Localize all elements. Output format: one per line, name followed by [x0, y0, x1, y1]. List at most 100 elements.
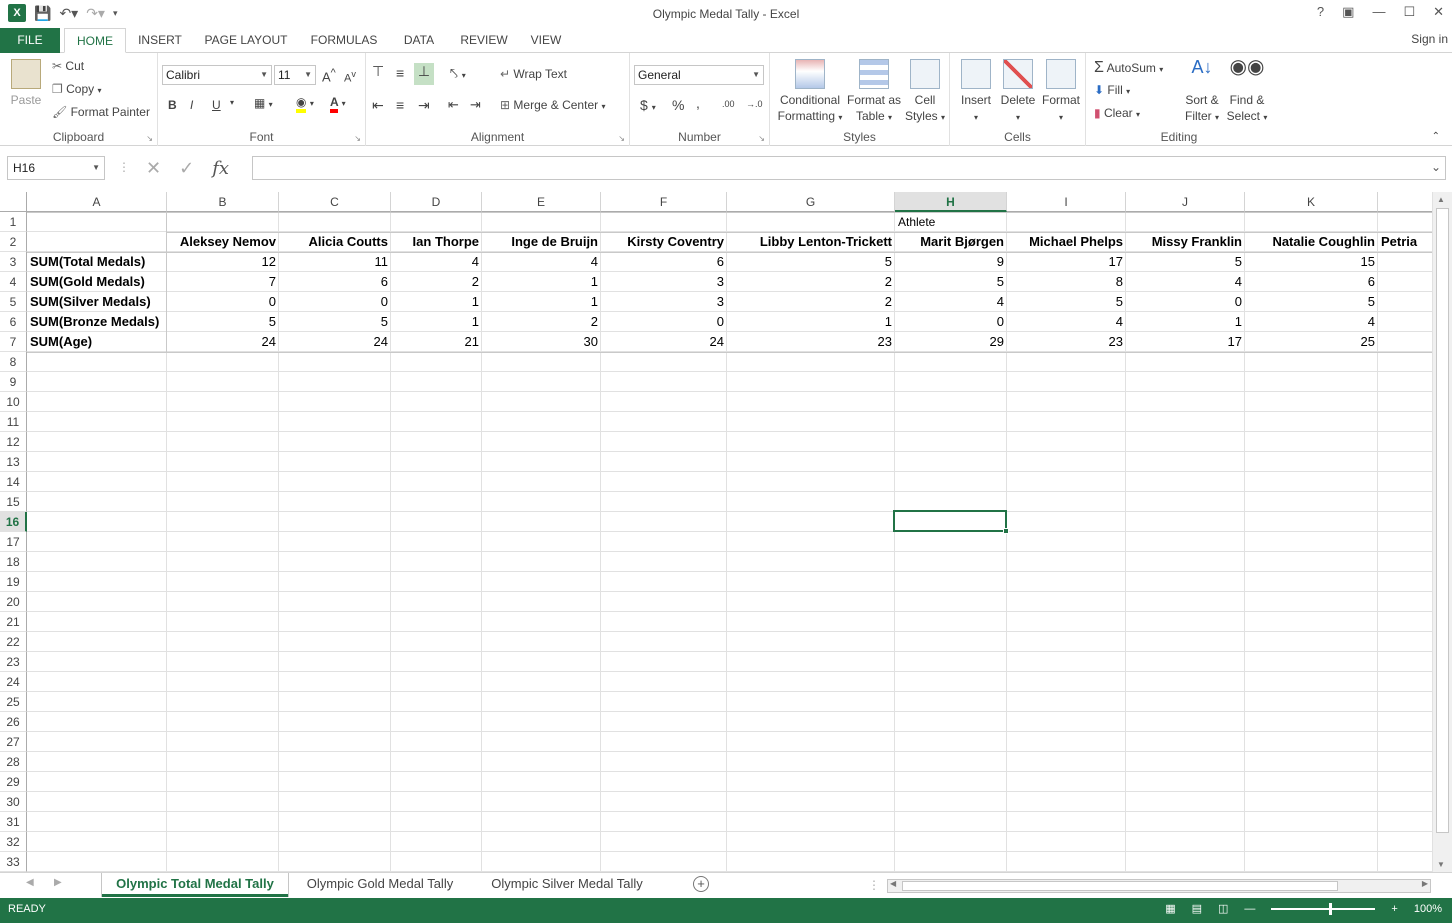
- scroll-left-icon[interactable]: ◀: [890, 879, 896, 888]
- row-header-2[interactable]: 2: [0, 232, 27, 252]
- close-icon[interactable]: ✕: [1433, 4, 1444, 20]
- row-header-22[interactable]: 22: [0, 632, 27, 652]
- format-as-table-button[interactable]: Format as Table ▾: [846, 59, 902, 126]
- new-sheet-icon[interactable]: +: [693, 876, 709, 892]
- comma-button[interactable]: ,: [696, 95, 700, 111]
- tab-data[interactable]: DATA: [394, 28, 444, 53]
- column-header-d[interactable]: D: [391, 192, 482, 212]
- pivot-value-cell[interactable]: 25: [1245, 332, 1378, 352]
- measure-label[interactable]: SUM(Age): [27, 332, 167, 352]
- scroll-right-icon[interactable]: ▶: [1422, 879, 1428, 888]
- pivot-value-cell[interactable]: 24: [167, 332, 279, 352]
- cancel-icon[interactable]: ✕: [146, 158, 161, 179]
- underline-dropdown-icon[interactable]: ▾: [230, 98, 234, 107]
- cut-button[interactable]: ✂ Cut: [52, 59, 84, 73]
- athlete-label[interactable]: Michael Phelps: [1007, 232, 1126, 252]
- row-header-21[interactable]: 21: [0, 612, 27, 632]
- underline-button[interactable]: U: [212, 98, 221, 112]
- pivot-value-cell[interactable]: 8: [1007, 272, 1126, 292]
- pivot-value-cell[interactable]: 24: [279, 332, 391, 352]
- row-header-19[interactable]: 19: [0, 572, 27, 592]
- tab-insert[interactable]: INSERT: [130, 28, 190, 53]
- athlete-label[interactable]: Natalie Coughlin: [1245, 232, 1378, 252]
- find-select-button[interactable]: ◉◉ Find & Select ▾: [1226, 57, 1268, 126]
- zoom-out-icon[interactable]: —: [1244, 903, 1255, 915]
- pivot-value-cell[interactable]: 17: [1126, 332, 1245, 352]
- pivot-value-cell[interactable]: 4: [895, 292, 1007, 312]
- pivot-value-cell[interactable]: 11: [279, 252, 391, 272]
- measure-label[interactable]: SUM(Total Medals): [27, 252, 167, 272]
- percent-button[interactable]: %: [672, 97, 684, 113]
- row-header-16[interactable]: 16: [0, 512, 27, 532]
- minimize-icon[interactable]: —: [1372, 4, 1385, 20]
- tab-view[interactable]: VIEW: [522, 28, 570, 53]
- shrink-font-button[interactable]: Av: [344, 69, 356, 85]
- pivot-column-header[interactable]: Athlete: [895, 212, 1015, 232]
- pivot-value-cell[interactable]: 4: [1245, 312, 1378, 332]
- pivot-value-cell[interactable]: 1: [482, 292, 601, 312]
- row-header-25[interactable]: 25: [0, 692, 27, 712]
- pivot-value-cell[interactable]: 5: [1126, 252, 1245, 272]
- collapse-ribbon-icon[interactable]: ⌃: [1432, 131, 1440, 142]
- athlete-label[interactable]: Inge de Bruijn: [482, 232, 601, 252]
- row-header-15[interactable]: 15: [0, 492, 27, 512]
- pivot-value-cell[interactable]: 3: [601, 292, 727, 312]
- tab-split-handle-icon[interactable]: ⋮: [868, 878, 880, 892]
- worksheet-grid[interactable]: ABCDEFGHIJK 1 2 3 4 5 6 7 8 9 10 11 12 13 14 15 16 17 18 1…: [0, 192, 1432, 872]
- measure-label[interactable]: SUM(Silver Medals): [27, 292, 167, 312]
- measure-label[interactable]: SUM(Gold Medals): [27, 272, 167, 292]
- fill-button[interactable]: ⬇ Fill ▾: [1094, 83, 1130, 97]
- pivot-value-cell[interactable]: 5: [167, 312, 279, 332]
- pivot-value-cell[interactable]: 5: [727, 252, 895, 272]
- maximize-icon[interactable]: ☐: [1403, 4, 1415, 20]
- clipboard-launcher-icon[interactable]: ↘: [146, 134, 153, 143]
- athlete-label[interactable]: Alicia Coutts: [279, 232, 391, 252]
- middle-align-icon[interactable]: ≡: [396, 65, 404, 81]
- column-header-b[interactable]: B: [167, 192, 279, 212]
- pivot-value-cell[interactable]: 21: [391, 332, 482, 352]
- tab-formulas[interactable]: FORMULAS: [304, 28, 384, 53]
- sheet-prev-icon[interactable]: ◀: [26, 877, 34, 888]
- pivot-value-cell[interactable]: 15: [1245, 252, 1378, 272]
- column-header-k[interactable]: K: [1245, 192, 1378, 212]
- pivot-value-cell[interactable]: 6: [1245, 272, 1378, 292]
- bottom-align-icon[interactable]: ⊥: [414, 63, 434, 85]
- row-header-8[interactable]: 8: [0, 352, 27, 372]
- pivot-value-cell[interactable]: [1378, 312, 1432, 332]
- alignment-launcher-icon[interactable]: ↘: [618, 134, 625, 143]
- column-header-c[interactable]: C: [279, 192, 391, 212]
- pivot-value-cell[interactable]: 7: [167, 272, 279, 292]
- row-header-32[interactable]: 32: [0, 832, 27, 852]
- sign-in-link[interactable]: Sign in: [1411, 32, 1448, 46]
- row-header-23[interactable]: 23: [0, 652, 27, 672]
- row-header-29[interactable]: 29: [0, 772, 27, 792]
- increase-decimal-button[interactable]: .00: [722, 99, 735, 109]
- vertical-scrollbar[interactable]: ▲ ▼: [1432, 192, 1452, 872]
- vertical-scroll-thumb[interactable]: [1436, 208, 1449, 833]
- copy-button[interactable]: ❐ Copy ▾: [52, 82, 101, 96]
- row-header-11[interactable]: 11: [0, 412, 27, 432]
- sheet-tab-silver[interactable]: Olympic Silver Medal Tally: [474, 873, 660, 897]
- zoom-level[interactable]: 100%: [1414, 903, 1442, 915]
- row-header-30[interactable]: 30: [0, 792, 27, 812]
- athlete-label[interactable]: Kirsty Coventry: [601, 232, 727, 252]
- pivot-value-cell[interactable]: 1: [391, 312, 482, 332]
- ribbon-display-icon[interactable]: ▣: [1342, 4, 1354, 20]
- pivot-value-cell[interactable]: 30: [482, 332, 601, 352]
- pivot-value-cell[interactable]: 4: [1126, 272, 1245, 292]
- pivot-value-cell[interactable]: 17: [1007, 252, 1126, 272]
- column-header-f[interactable]: F: [601, 192, 727, 212]
- scroll-up-icon[interactable]: ▲: [1437, 195, 1445, 204]
- insert-cells-button[interactable]: Insert ▾: [956, 59, 996, 126]
- pivot-value-cell[interactable]: 9: [895, 252, 1007, 272]
- row-header-4[interactable]: 4: [0, 272, 27, 292]
- column-header-j[interactable]: J: [1126, 192, 1245, 212]
- number-launcher-icon[interactable]: ↘: [758, 134, 765, 143]
- paste-button[interactable]: Paste: [8, 59, 44, 108]
- page-layout-view-icon[interactable]: ▤: [1192, 902, 1202, 915]
- pivot-value-cell[interactable]: 6: [601, 252, 727, 272]
- column-header-a[interactable]: A: [27, 192, 167, 212]
- pivot-value-cell[interactable]: [1378, 252, 1432, 272]
- sheet-tab-gold[interactable]: Olympic Gold Medal Tally: [290, 873, 470, 897]
- horizontal-scroll-thumb[interactable]: [902, 881, 1338, 891]
